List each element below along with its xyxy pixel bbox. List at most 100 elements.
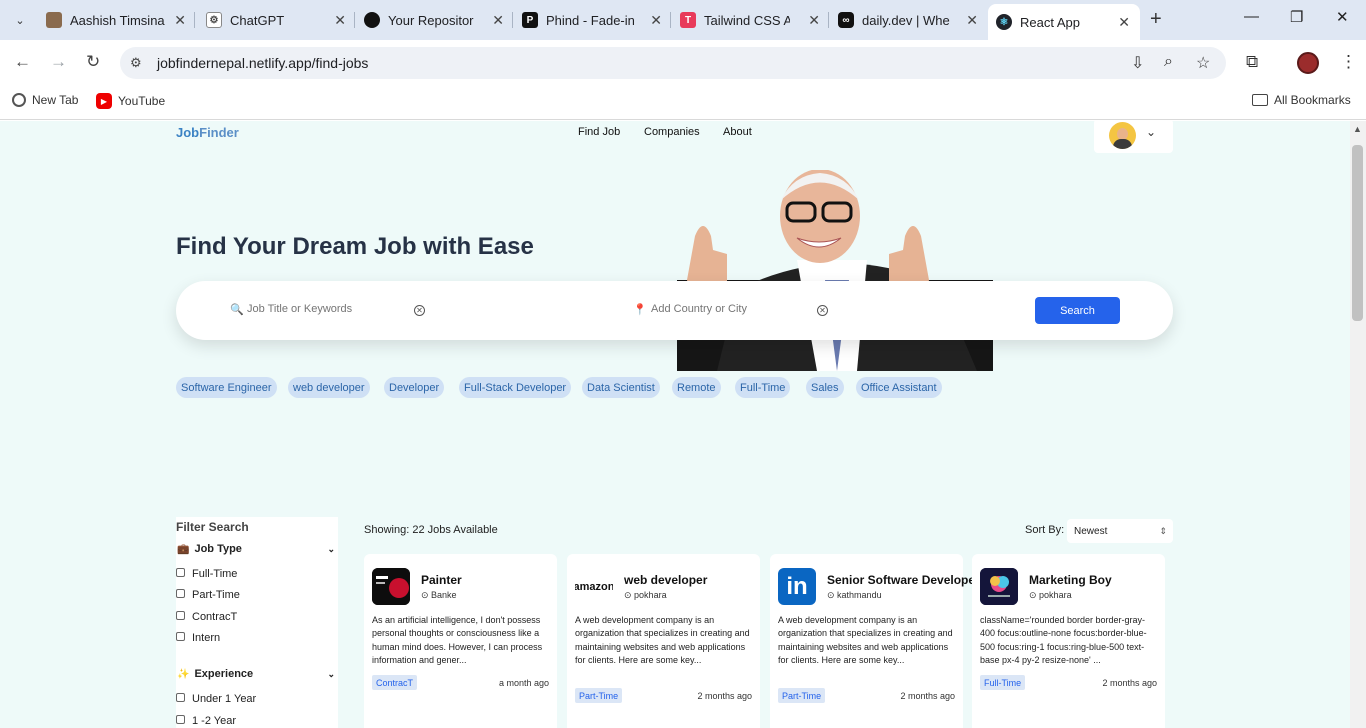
new-tab-icon[interactable]: + bbox=[1150, 8, 1162, 31]
close-icon[interactable]: ✕ bbox=[966, 12, 978, 29]
tab-tailwind[interactable]: T Tailwind CSS Abo ✕ bbox=[680, 6, 826, 34]
reload-icon[interactable]: ↻ bbox=[86, 52, 100, 72]
sort-label: Sort By: bbox=[1025, 524, 1065, 536]
back-arrow-icon[interactable]: ← bbox=[14, 52, 31, 72]
checkbox[interactable] bbox=[176, 588, 185, 598]
bookmark-star-icon[interactable]: ☆ bbox=[1196, 53, 1210, 73]
chip-software-engineer[interactable]: Software Engineer bbox=[176, 377, 277, 398]
linkedin-logo-text: in bbox=[786, 572, 808, 600]
clear-location-icon[interactable]: ✕ bbox=[817, 305, 828, 316]
tab-search-chevron-icon[interactable]: ⌄ bbox=[6, 6, 34, 34]
location-pin-icon: ⊙ bbox=[827, 590, 838, 600]
painter-logo-art bbox=[372, 568, 410, 605]
tab-title: React App bbox=[1020, 14, 1080, 30]
tab-dailydev[interactable]: ∞ daily.dev | Where ✕ bbox=[838, 6, 984, 34]
showing-label: Showing: bbox=[364, 524, 410, 536]
checkbox[interactable] bbox=[176, 714, 185, 724]
sort-select[interactable]: Newest ⇕ bbox=[1067, 519, 1173, 543]
chip-sales[interactable]: Sales bbox=[806, 377, 844, 398]
checkbox[interactable] bbox=[176, 610, 185, 620]
logo-part-finder: Finder bbox=[199, 125, 239, 140]
filter-contract[interactable]: ContracT bbox=[176, 610, 237, 623]
checkbox[interactable] bbox=[176, 692, 185, 702]
job-type-toggle[interactable]: 💼 Job Type ⌄ bbox=[177, 543, 337, 555]
tab-react-app[interactable]: ⚛ React App ✕ bbox=[988, 4, 1140, 40]
chip-developer[interactable]: Developer bbox=[384, 377, 445, 398]
option-label: 1 -2 Year bbox=[192, 715, 237, 727]
job-card[interactable]: amazon web developer ⊙ pokhara A web dev… bbox=[567, 554, 760, 728]
option-label: Intern bbox=[192, 632, 221, 644]
chevron-down-icon: ⌄ bbox=[327, 668, 335, 679]
checkbox[interactable] bbox=[176, 631, 185, 641]
briefcase-icon: 💼 bbox=[177, 543, 190, 555]
tab-title: Phind - Fade-in a bbox=[546, 12, 634, 28]
bookmark-new-tab[interactable]: New Tab bbox=[12, 93, 78, 107]
bookmark-label: New Tab bbox=[32, 93, 79, 107]
close-icon[interactable]: ✕ bbox=[1118, 14, 1130, 31]
job-location: ⊙ pokhara bbox=[1029, 590, 1072, 601]
option-label: Under 1 Year bbox=[192, 693, 257, 705]
install-app-icon[interactable]: ⇩ bbox=[1131, 53, 1144, 73]
showing-value: 22 Jobs Available bbox=[412, 524, 498, 536]
globe-icon bbox=[12, 93, 26, 107]
all-bookmarks[interactable]: All Bookmarks bbox=[1252, 93, 1351, 107]
scrollbar-thumb[interactable] bbox=[1352, 145, 1363, 321]
nav-about[interactable]: About bbox=[723, 126, 752, 138]
close-icon[interactable]: ✕ bbox=[492, 12, 504, 29]
bookmark-youtube[interactable]: ▶ YouTube bbox=[96, 93, 165, 109]
option-label: Full-Time bbox=[192, 568, 238, 580]
restore-icon[interactable]: ❐ bbox=[1290, 8, 1303, 26]
kebab-menu-icon[interactable]: ⋮ bbox=[1340, 52, 1357, 72]
nav-companies[interactable]: Companies bbox=[644, 126, 700, 138]
close-icon[interactable]: ✕ bbox=[174, 12, 186, 29]
nav-find-job[interactable]: Find Job bbox=[578, 126, 620, 138]
location-input[interactable] bbox=[651, 303, 801, 315]
extensions-icon[interactable]: ⧉ bbox=[1246, 52, 1258, 72]
filter-1-2-year[interactable]: 1 -2 Year bbox=[176, 714, 237, 727]
filter-under-1-year[interactable]: Under 1 Year bbox=[176, 692, 257, 705]
chevron-down-icon[interactable]: ⌄ bbox=[1146, 125, 1156, 139]
chip-full-stack-developer[interactable]: Full-Stack Developer bbox=[459, 377, 572, 398]
window-close-icon[interactable]: ✕ bbox=[1336, 8, 1349, 26]
zoom-icon[interactable]: ⌕ bbox=[1164, 53, 1173, 71]
experience-toggle[interactable]: ✨ Experience ⌄ bbox=[177, 668, 337, 680]
job-title-input[interactable] bbox=[247, 303, 397, 315]
job-type-badge: Full-Time bbox=[980, 675, 1026, 690]
filter-full-time[interactable]: Full-Time bbox=[176, 567, 238, 580]
chip-web-developer[interactable]: web developer bbox=[288, 377, 370, 398]
user-avatar[interactable] bbox=[1109, 122, 1136, 149]
tab-github[interactable]: Your Repositories ✕ bbox=[364, 6, 510, 34]
site-logo[interactable]: JobFinder bbox=[176, 125, 239, 140]
minimize-icon[interactable]: — bbox=[1244, 8, 1259, 25]
tab-chatgpt[interactable]: ⚙ ChatGPT ✕ bbox=[206, 6, 352, 34]
job-card[interactable]: in Senior Software Developer ⊙ kathmandu… bbox=[770, 554, 980, 728]
job-title: Marketing Boy bbox=[1029, 573, 1112, 587]
job-location: ⊙ kathmandu bbox=[827, 590, 882, 601]
tab-phind[interactable]: P Phind - Fade-in a ✕ bbox=[522, 6, 668, 34]
forward-arrow-icon[interactable]: → bbox=[50, 52, 67, 72]
close-icon[interactable]: ✕ bbox=[650, 12, 662, 29]
job-title: web developer bbox=[624, 573, 708, 587]
checkbox[interactable] bbox=[176, 567, 185, 577]
tab-aashish[interactable]: Aashish Timsina ✕ bbox=[46, 6, 192, 34]
avatar-icon bbox=[46, 12, 62, 28]
scroll-up-arrow-icon[interactable]: ▲ bbox=[1353, 124, 1362, 134]
github-icon bbox=[364, 12, 380, 28]
clear-job-icon[interactable]: ✕ bbox=[414, 305, 425, 316]
amazon-logo: amazon bbox=[575, 568, 613, 605]
job-card[interactable]: Painter ⊙ Banke As an artificial intelli… bbox=[364, 554, 557, 728]
profile-avatar[interactable] bbox=[1297, 52, 1319, 74]
chip-office-assistant[interactable]: Office Assistant bbox=[856, 377, 942, 398]
chip-full-time[interactable]: Full-Time bbox=[735, 377, 791, 398]
filter-part-time[interactable]: Part-Time bbox=[176, 588, 240, 601]
job-card[interactable]: Marketing Boy ⊙ pokhara className='round… bbox=[972, 554, 1165, 728]
chip-remote[interactable]: Remote bbox=[672, 377, 721, 398]
close-icon[interactable]: ✕ bbox=[334, 12, 346, 29]
close-icon[interactable]: ✕ bbox=[808, 12, 820, 29]
linkedin-logo: in bbox=[778, 568, 816, 605]
filter-intern[interactable]: Intern bbox=[176, 631, 221, 644]
url-text[interactable]: jobfindernepal.netlify.app/find-jobs bbox=[157, 55, 368, 71]
search-button[interactable]: Search bbox=[1035, 297, 1120, 324]
site-settings-icon[interactable]: ⚙ bbox=[130, 55, 142, 71]
chip-data-scientist[interactable]: Data Scientist bbox=[582, 377, 660, 398]
